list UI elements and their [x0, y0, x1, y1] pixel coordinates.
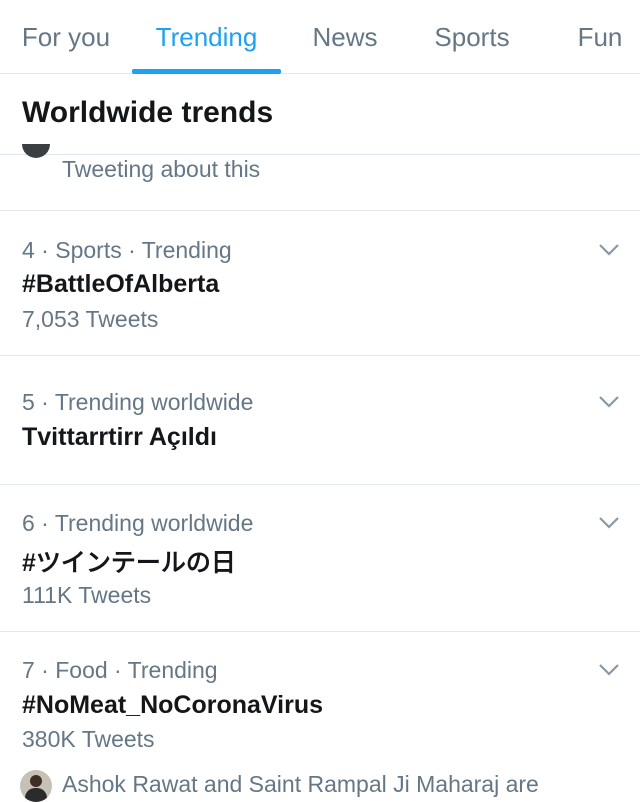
trend-tweet-count: 380K Tweets [22, 726, 155, 752]
trend-name: #BattleOfAlberta [22, 270, 220, 298]
trend-tweet-count: 7,053 Tweets [22, 306, 159, 332]
tab-fun[interactable]: Fun [535, 0, 640, 74]
trend-meta: 5 · Trending worldwide [22, 389, 254, 415]
avatar [22, 144, 50, 158]
top-tab-bar: For you Trending News Sports Fun [0, 0, 640, 74]
divider [0, 154, 640, 155]
trend-name: #ツインテールの日 [22, 549, 236, 577]
tab-label: News [312, 21, 378, 52]
active-tab-indicator [132, 69, 281, 74]
tab-label: Fun [577, 21, 623, 52]
trend-name: #NoMeat_NoCoronaVirus [22, 691, 323, 719]
trend-tweet-count: 111K Tweets [22, 582, 152, 608]
tab-for-you[interactable]: For you [0, 0, 132, 74]
chevron-down-icon[interactable] [598, 395, 620, 409]
chevron-down-icon[interactable] [598, 243, 620, 257]
chevron-down-icon[interactable] [598, 663, 620, 677]
trend-meta: 4 · Sports · Trending [22, 237, 232, 263]
avatar [20, 770, 52, 802]
trend-meta: 7 · Food · Trending [22, 657, 218, 683]
chevron-down-icon[interactable] [598, 516, 620, 530]
divider [0, 210, 640, 211]
divider [0, 484, 640, 485]
trend-name: Tvittarrtirr Açıldı [22, 423, 217, 451]
tab-sports[interactable]: Sports [409, 0, 535, 74]
social-context-text: Tweeting about this [62, 156, 261, 182]
section-title: Worldwide trends [22, 96, 274, 129]
divider [0, 355, 640, 356]
divider [0, 631, 640, 632]
tab-label: For you [21, 21, 111, 52]
trend-meta: 6 · Trending worldwide [22, 510, 254, 536]
tab-label: Trending [155, 21, 258, 52]
tab-label: Sports [434, 21, 510, 52]
tab-news[interactable]: News [281, 0, 409, 74]
tab-trending[interactable]: Trending [132, 0, 281, 74]
social-context-text: Ashok Rawat and Saint Rampal Ji Maharaj … [62, 771, 539, 797]
